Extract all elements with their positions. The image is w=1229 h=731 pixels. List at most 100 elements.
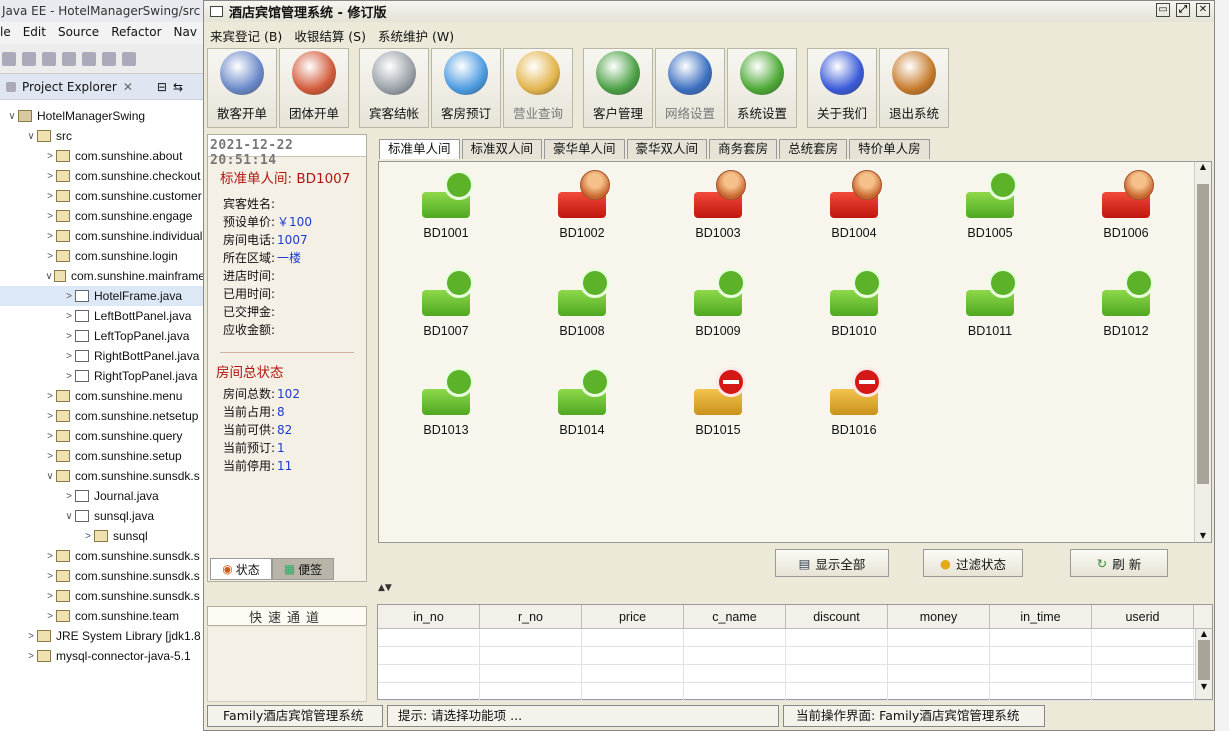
expand-twisty-icon[interactable]: ∨ <box>6 111 18 122</box>
resume-icon[interactable] <box>102 51 116 66</box>
tree-item[interactable]: > com.sunshine.sunsdk.s <box>0 546 205 566</box>
tree-item[interactable]: > com.sunshine.customer <box>0 186 205 206</box>
new-icon[interactable] <box>2 51 16 66</box>
expand-twisty-icon[interactable]: > <box>44 211 56 222</box>
expand-twisty-icon[interactable]: > <box>25 631 37 642</box>
expand-twisty-icon[interactable]: > <box>63 351 75 362</box>
table-scrollbar[interactable]: ▲ ▼ <box>1195 629 1212 699</box>
room-type-tab[interactable]: 标准单人间 <box>379 139 460 159</box>
eclipse-menu-source[interactable]: Source <box>58 25 99 44</box>
expand-twisty-icon[interactable]: > <box>44 191 56 202</box>
toolbar-button-business-query[interactable]: 营业查询 <box>503 48 573 128</box>
expand-twisty-icon[interactable]: > <box>63 491 75 502</box>
collapse-all-icon[interactable]: ⊟ <box>157 80 167 94</box>
suspend-icon[interactable] <box>122 51 136 66</box>
tree-item[interactable]: > sunsql <box>0 526 205 546</box>
expand-twisty-icon[interactable]: > <box>44 571 56 582</box>
toolbar-button-single-checkin[interactable]: 散客开单 <box>207 48 277 128</box>
eclipse-menu-navigate[interactable]: Nav <box>174 25 197 44</box>
split-pane-divider[interactable]: ▲▼ <box>378 583 1212 595</box>
room-item[interactable]: BD1014 <box>537 367 627 447</box>
room-item[interactable]: BD1013 <box>401 367 491 447</box>
expand-twisty-icon[interactable]: > <box>82 531 94 542</box>
menu-system-maintenance[interactable]: 系统维护 (W) <box>378 26 454 44</box>
show-all-button[interactable]: ▤ 显示全部 <box>775 549 889 577</box>
refresh-button[interactable]: ↻ 刷 新 <box>1070 549 1168 577</box>
column-header[interactable]: in_time <box>990 605 1092 628</box>
column-header[interactable]: discount <box>786 605 888 628</box>
room-item[interactable]: BD1008 <box>537 268 627 348</box>
table-row[interactable] <box>378 629 1212 647</box>
tree-item[interactable]: > HotelFrame.java <box>0 286 205 306</box>
toolbar-button-room-booking[interactable]: 客房预订 <box>431 48 501 128</box>
menu-guest-register[interactable]: 来宾登记 (B) <box>210 26 282 44</box>
room-item[interactable]: BD1010 <box>809 268 899 348</box>
column-header[interactable]: price <box>582 605 684 628</box>
room-item[interactable]: BD1009 <box>673 268 763 348</box>
tree-item[interactable]: > com.sunshine.setup <box>0 446 205 466</box>
toolbar-button-network-settings[interactable]: 网络设置 <box>655 48 725 128</box>
expand-twisty-icon[interactable]: > <box>44 391 56 402</box>
tree-item[interactable]: > com.sunshine.sunsdk.s <box>0 566 205 586</box>
expand-twisty-icon[interactable]: ∨ <box>63 511 75 522</box>
tree-item[interactable]: > com.sunshine.query <box>0 426 205 446</box>
toolbar-button-exit-system[interactable]: 退出系统 <box>879 48 949 128</box>
tree-item[interactable]: > com.sunshine.netsetup <box>0 406 205 426</box>
column-header[interactable]: money <box>888 605 990 628</box>
tree-item[interactable]: ∨ com.sunshine.mainframe <box>0 266 205 286</box>
column-header[interactable]: c_name <box>684 605 786 628</box>
table-row[interactable] <box>378 665 1212 683</box>
tree-item[interactable]: ∨ com.sunshine.sunsdk.s <box>0 466 205 486</box>
room-type-tab[interactable]: 商务套房 <box>709 139 778 159</box>
room-type-tab[interactable]: 特价单人房 <box>849 139 930 159</box>
room-type-tab[interactable]: 标准双人间 <box>461 139 543 159</box>
minimize-icon[interactable]: ▭ <box>1156 3 1170 17</box>
tree-item[interactable]: > com.sunshine.login <box>0 246 205 266</box>
maximize-icon[interactable]: ⤢ <box>1176 3 1190 17</box>
room-item[interactable]: BD1004 <box>809 170 899 250</box>
tree-item[interactable]: > mysql-connector-java-5.1 <box>0 646 205 666</box>
column-header[interactable]: userid <box>1092 605 1194 628</box>
column-header[interactable]: r_no <box>480 605 582 628</box>
room-item[interactable]: BD1015 <box>673 367 763 447</box>
close-icon[interactable]: ✕ <box>123 80 133 94</box>
menu-cashier[interactable]: 收银结算 (S) <box>294 26 366 44</box>
tree-item[interactable]: > com.sunshine.checkout <box>0 166 205 186</box>
expand-twisty-icon[interactable]: > <box>44 171 56 182</box>
tree-item[interactable]: > LeftBottPanel.java <box>0 306 205 326</box>
tree-item[interactable]: > com.sunshine.sunsdk.s <box>0 586 205 606</box>
tree-item[interactable]: > com.sunshine.engage <box>0 206 205 226</box>
close-window-icon[interactable]: ✕ <box>1196 3 1210 17</box>
column-header[interactable]: in_no <box>378 605 480 628</box>
scroll-thumb[interactable] <box>1197 184 1209 484</box>
expand-twisty-icon[interactable]: > <box>25 651 37 662</box>
toolbar-button-about-us[interactable]: 关于我们 <box>807 48 877 128</box>
tree-item[interactable]: ∨ sunsql.java <box>0 506 205 526</box>
room-item[interactable]: BD1006 <box>1081 170 1171 250</box>
tree-item[interactable]: > JRE System Library [jdk1.8 <box>0 626 205 646</box>
room-type-tab[interactable]: 豪华双人间 <box>626 139 708 159</box>
table-row[interactable] <box>378 647 1212 665</box>
room-type-tab[interactable]: 豪华单人间 <box>544 139 625 159</box>
expand-twisty-icon[interactable]: > <box>44 611 56 622</box>
tree-item[interactable]: > RightTopPanel.java <box>0 366 205 386</box>
project-explorer-title[interactable]: Project Explorer <box>22 80 117 94</box>
expand-twisty-icon[interactable]: ∨ <box>25 131 37 142</box>
skip-icon[interactable] <box>82 51 96 66</box>
room-item[interactable]: BD1001 <box>401 170 491 250</box>
room-item[interactable]: BD1003 <box>673 170 763 250</box>
room-item[interactable]: BD1007 <box>401 268 491 348</box>
toolbar-button-guest-checkout[interactable]: 宾客结帐 <box>359 48 429 128</box>
eclipse-menu-refactor[interactable]: Refactor <box>111 25 161 44</box>
tree-item[interactable]: ∨ src <box>0 126 205 146</box>
tree-item[interactable]: > com.sunshine.menu <box>0 386 205 406</box>
link-editor-icon[interactable]: ⇆ <box>173 80 183 94</box>
eclipse-menu-file[interactable]: le <box>0 25 11 44</box>
expand-twisty-icon[interactable]: > <box>44 411 56 422</box>
room-item[interactable]: BD1012 <box>1081 268 1171 348</box>
terminal-icon[interactable] <box>62 51 76 66</box>
expand-twisty-icon[interactable]: > <box>44 251 56 262</box>
expand-twisty-icon[interactable]: ∨ <box>44 271 54 282</box>
expand-twisty-icon[interactable]: > <box>44 551 56 562</box>
tree-item[interactable]: > Journal.java <box>0 486 205 506</box>
